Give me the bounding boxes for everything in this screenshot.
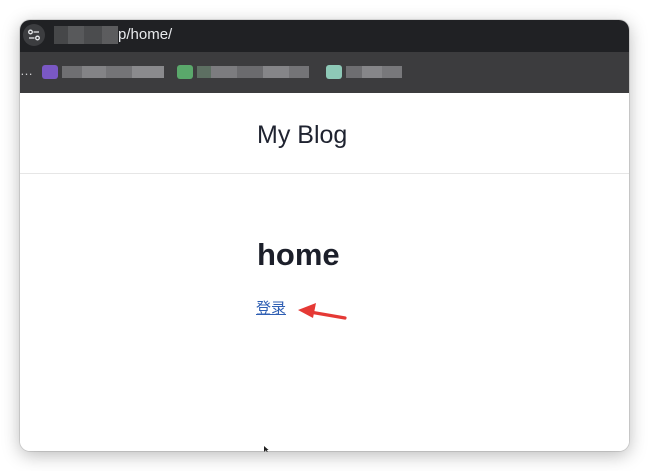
bookmark-item[interactable] bbox=[177, 65, 309, 79]
bookmark-item[interactable] bbox=[326, 65, 402, 79]
url-text[interactable]: p/home/ bbox=[118, 26, 172, 44]
bookmark-favicon-icon bbox=[42, 65, 58, 79]
browser-window: p/home/ … My Blog home 登录 bbox=[20, 20, 629, 451]
bookmark-item[interactable] bbox=[42, 65, 164, 79]
bookmark-favicon-icon bbox=[326, 65, 342, 79]
url-redacted-segment bbox=[54, 26, 118, 44]
site-header: My Blog bbox=[20, 93, 629, 174]
bookmark-redacted-label bbox=[346, 66, 402, 78]
bookmark-redacted-label bbox=[62, 66, 164, 78]
bookmark-redacted-label bbox=[197, 66, 309, 78]
mouse-cursor-icon bbox=[264, 446, 269, 452]
bookmarks-bar: … bbox=[20, 52, 629, 93]
tune-icon bbox=[28, 29, 40, 41]
page-heading: home bbox=[257, 237, 340, 272]
page-content: My Blog home 登录 bbox=[20, 93, 629, 451]
address-bar: p/home/ bbox=[20, 20, 629, 52]
login-link[interactable]: 登录 bbox=[256, 299, 286, 319]
bookmark-favicon-icon bbox=[177, 65, 193, 79]
site-title[interactable]: My Blog bbox=[257, 120, 347, 150]
site-info-button[interactable] bbox=[23, 24, 45, 46]
ellipsis-icon[interactable]: … bbox=[20, 63, 33, 79]
